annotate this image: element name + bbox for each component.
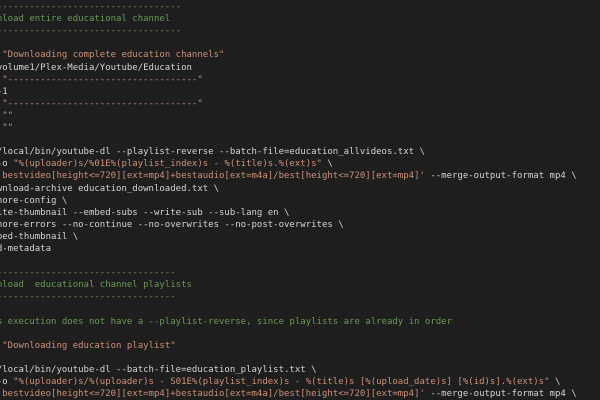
code-token-plain: \ (321, 159, 333, 170)
code-line: ------------------------------------ (0, 1, 181, 13)
code-token-plain: write-thumbnail --embed-subs --write-sub… (0, 207, 290, 218)
code-token-string: "Downloading complete education channels… (2, 50, 225, 61)
code-line: add-metadata (0, 243, 51, 255)
code-token-plain: ignore-config \ (0, 195, 68, 206)
code-token-plain: /volume1/Plex-Media/Youtube/Education (0, 62, 192, 73)
code-line: ho "" (0, 110, 13, 122)
code-token-string: "%(uploader)s/%01E%(playlist_index)s - %… (13, 159, 322, 170)
code-line: ho "-----------------------------------" (0, 74, 203, 86)
code-line: sr/local/bin/youtube-dl --playlist-rever… (0, 146, 425, 158)
code-token-comment: ownload educational channel playlists (0, 280, 192, 291)
code-token-string: "Downloading education playlist" (2, 340, 176, 351)
code-line: ----------------------------------- (0, 267, 176, 279)
code-token-plain: sr/local/bin/youtube-dl --batch-file=edu… (0, 365, 317, 375)
code-line: sr/local/bin/youtube-dl --batch-file=edu… (0, 364, 317, 376)
code-token-comment: ------------------------------------ (0, 2, 182, 12)
code-token-string: "%(uploader)s/%(uploader)s - S01E%(playl… (13, 377, 550, 388)
code-token-plain: add-metadata (0, 244, 52, 254)
code-token-comment: ----------------------------------- (0, 292, 176, 303)
code-token-plain: embed-thumbnail \ (0, 231, 79, 242)
code-line: ------------------------------------ (0, 25, 181, 37)
code-token-plain: --merge-output-format mp4 \ (424, 389, 577, 400)
code-line: ownload entire educational channel (0, 13, 170, 25)
code-line: ho "Downloading education playlist" (0, 340, 176, 352)
code-line: ignore-config \ (0, 195, 67, 207)
code-line: embed-thumbnail \ (0, 231, 78, 243)
code-line: /volume1/Plex-Media/Youtube/Education (0, 62, 192, 74)
code-token-plain: -o (0, 377, 8, 388)
code-line: ignore-errors --no-continue --no-overwri… (0, 219, 344, 231)
code-line: 'bestvideo[height<=720][ext=mp4]+bestaud… (0, 170, 577, 182)
code-line: ho "" (0, 122, 13, 134)
code-line: download-archive education_downloaded.tx… (0, 183, 219, 195)
code-token-plain: ignore-errors --no-continue --no-overwri… (0, 219, 344, 230)
code-line: ownload educational channel playlists (0, 279, 192, 291)
code-token-string: "-----------------------------------" (2, 98, 203, 109)
code-token-plain: --merge-output-format mp4 \ (424, 171, 577, 182)
code-line: ho "-----------------------------------" (0, 98, 203, 110)
code-token-plain: download-archive education_downloaded.tx… (0, 183, 219, 194)
code-token-comment: ownload entire educational channel (0, 14, 171, 25)
code-token-string: "-----------------------------------" (2, 74, 203, 85)
code-token-plain: \ (549, 377, 561, 388)
code-line: -1 (0, 86, 8, 98)
code-token-comment: ------------------------------------ (0, 26, 182, 37)
code-line: ----------------------------------- (0, 291, 176, 303)
code-line: 'bestvideo[height<=720][ext=mp4]+bestaud… (0, 388, 577, 400)
code-token-comment: ----------------------------------- (0, 268, 176, 279)
code-line: -o "%(uploader)s/%01E%(playlist_index)s … (0, 158, 333, 170)
code-editor[interactable]: ------------------------------------ ownl… (0, 0, 600, 400)
code-token-string: 'bestvideo[height<=720][ext=mp4]+bestaud… (0, 389, 425, 400)
code-token-plain: -1 (0, 86, 8, 97)
code-token-comment: his execution does not have a --playlist… (0, 316, 452, 327)
code-token-string: "" (2, 110, 14, 121)
code-line: his execution does not have a --playlist… (0, 316, 452, 328)
code-token-string: 'bestvideo[height<=720][ext=mp4]+bestaud… (0, 171, 425, 182)
code-token-plain: sr/local/bin/youtube-dl --playlist-rever… (0, 147, 425, 158)
code-line: ho "Downloading complete education chann… (0, 49, 224, 61)
code-token-plain: -o (0, 159, 8, 170)
code-line: -o "%(uploader)s/%(uploader)s - S01E%(pl… (0, 376, 560, 388)
code-line: write-thumbnail --embed-subs --write-sub… (0, 207, 289, 219)
code-token-string: "" (2, 123, 14, 133)
